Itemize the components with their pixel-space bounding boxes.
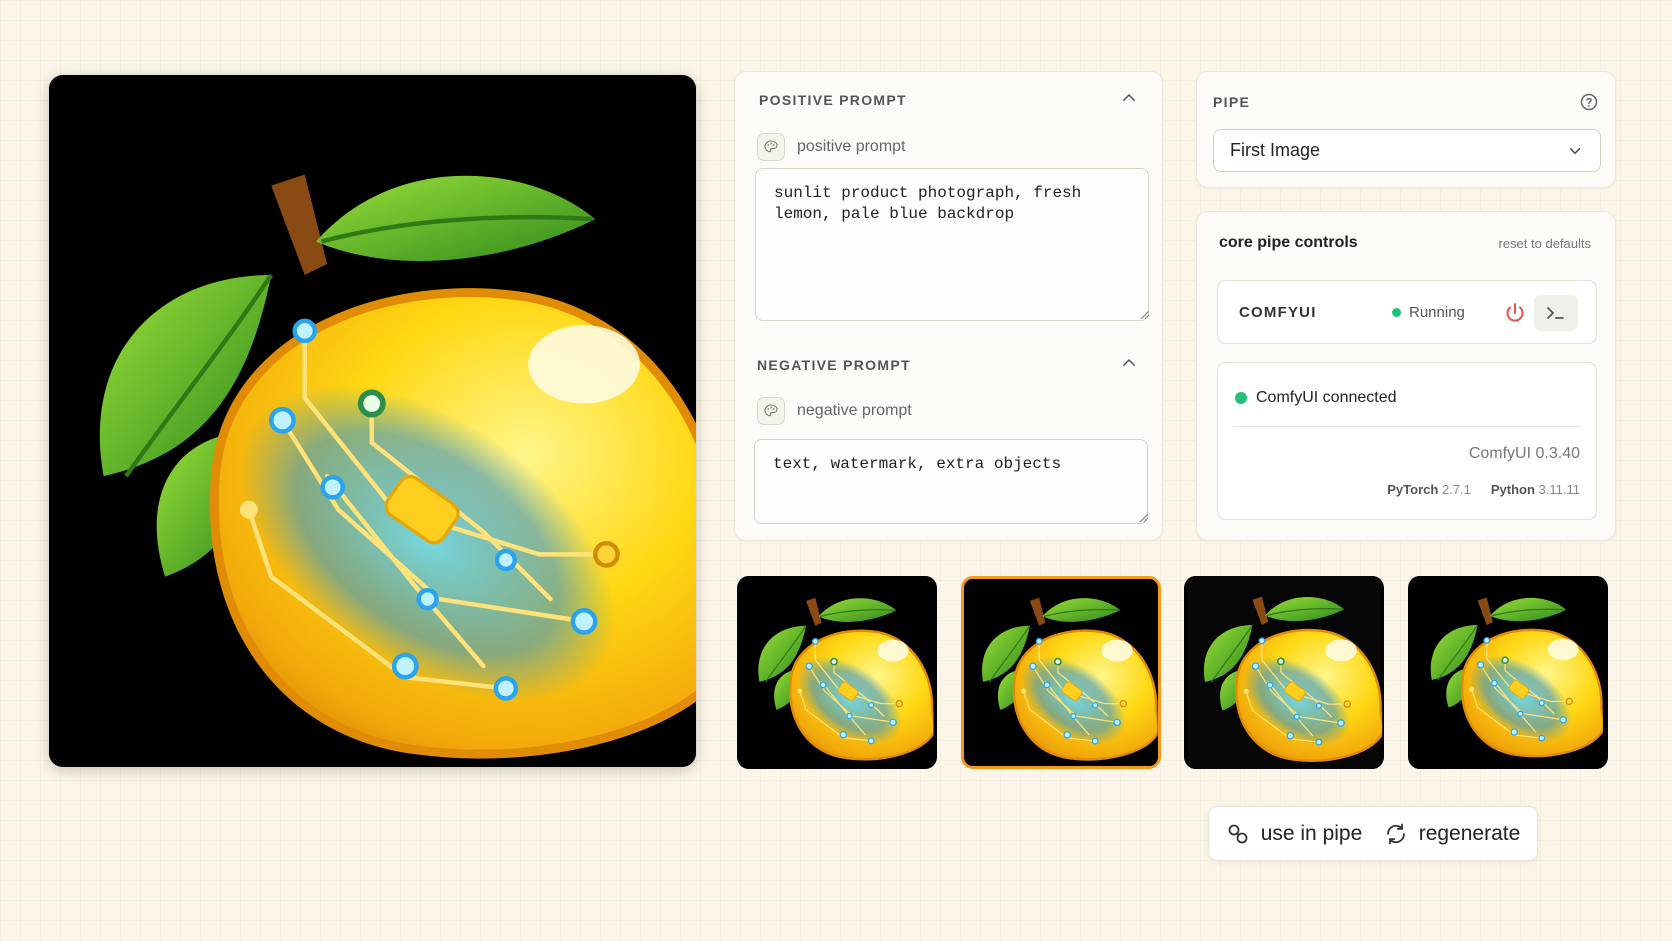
negative-prompt-input[interactable]: text, watermark, extra objects	[754, 439, 1148, 524]
chevron-down-icon	[1569, 147, 1581, 154]
positive-prompt-input[interactable]: sunlit product photograph, fresh lemon, …	[755, 168, 1149, 321]
version-number: 0.3.40	[1535, 445, 1580, 462]
help-icon[interactable]	[1579, 92, 1599, 112]
use-in-pipe-button[interactable]: use in pipe	[1226, 821, 1363, 846]
chevron-up-icon	[1123, 93, 1135, 101]
service-status: Running	[1392, 304, 1465, 321]
connection-info-box: ComfyUI connected ComfyUI 0.3.40 PyTorch…	[1217, 362, 1597, 520]
library-versions: PyTorch 2.7.1 Python 3.11.11	[1387, 482, 1580, 497]
lemon-circuit-image	[49, 75, 696, 767]
connection-status-text: ComfyUI connected	[1256, 389, 1397, 406]
negative-style-button[interactable]	[757, 397, 785, 425]
link-icon	[1228, 824, 1248, 843]
power-icon[interactable]	[1503, 301, 1527, 325]
regenerate-button[interactable]: regenerate	[1384, 821, 1521, 846]
connection-status: ComfyUI connected	[1235, 389, 1397, 407]
thumbnail-2-selected[interactable]	[961, 576, 1161, 769]
core-pipe-controls-title: core pipe controls	[1219, 234, 1358, 251]
lemon-thumbnail-image	[740, 576, 934, 769]
collapse-positive-button[interactable]	[1120, 89, 1138, 107]
resize-grip-icon[interactable]	[1138, 512, 1148, 522]
positive-prompt-title: POSITIVE PROMPT	[759, 92, 907, 108]
service-status-text: Running	[1409, 304, 1465, 321]
regenerate-label: regenerate	[1418, 821, 1521, 845]
comfyui-version: ComfyUI 0.3.40	[1469, 445, 1580, 463]
refresh-icon	[1386, 823, 1405, 844]
pytorch-label: PyTorch	[1387, 482, 1439, 497]
positive-style-button[interactable]	[757, 133, 785, 161]
status-dot-icon	[1392, 308, 1401, 317]
pytorch-number: 2.7.1	[1441, 482, 1471, 497]
chevron-up-icon	[1123, 358, 1135, 366]
image-action-bar: use in pipe regenerate	[1208, 806, 1538, 861]
palette-icon	[764, 140, 778, 153]
lemon-thumbnail-image	[1411, 576, 1605, 769]
main-preview-image[interactable]	[49, 75, 696, 767]
palette-icon	[764, 404, 778, 417]
python-number: 3.11.11	[1538, 482, 1580, 497]
terminal-icon	[1547, 307, 1564, 319]
python-version: Python 3.11.11	[1491, 482, 1580, 497]
negative-prompt-label-row: negative prompt	[757, 397, 912, 425]
use-in-pipe-label: use in pipe	[1260, 821, 1363, 845]
negative-prompt-title: NEGATIVE PROMPT	[757, 357, 911, 373]
prompts-panel: POSITIVE PROMPT positive prompt sunlit p…	[734, 71, 1163, 541]
pipe-select[interactable]: First Image	[1213, 129, 1601, 172]
version-name: ComfyUI	[1468, 445, 1532, 462]
thumbnail-1[interactable]	[737, 576, 937, 769]
thumbnail-4[interactable]	[1408, 576, 1608, 769]
collapse-negative-button[interactable]	[1120, 354, 1138, 372]
comfyui-service-row: COMFYUI Running	[1217, 280, 1597, 344]
terminal-button[interactable]	[1534, 295, 1578, 331]
service-name: COMFYUI	[1239, 304, 1317, 321]
connected-dot-icon	[1235, 392, 1247, 404]
core-pipe-controls-panel: core pipe controls reset to defaults COM…	[1196, 211, 1616, 541]
thumbnail-3[interactable]	[1184, 576, 1384, 769]
resize-grip-icon[interactable]	[1139, 309, 1149, 319]
pytorch-version: PyTorch 2.7.1	[1387, 482, 1471, 497]
positive-prompt-label: positive prompt	[797, 138, 906, 155]
python-label: Python	[1490, 482, 1535, 497]
reset-to-defaults-link[interactable]: reset to defaults	[1499, 236, 1592, 251]
positive-prompt-label-row: positive prompt	[757, 133, 906, 161]
negative-prompt-label: negative prompt	[797, 402, 912, 419]
divider	[1234, 426, 1580, 427]
pipe-select-value: First Image	[1230, 140, 1321, 160]
lemon-thumbnail-image	[967, 579, 1158, 766]
lemon-thumbnail-image	[1187, 576, 1383, 769]
pipe-title: PIPE	[1213, 94, 1251, 110]
pipe-panel: PIPE First Image	[1196, 71, 1616, 188]
